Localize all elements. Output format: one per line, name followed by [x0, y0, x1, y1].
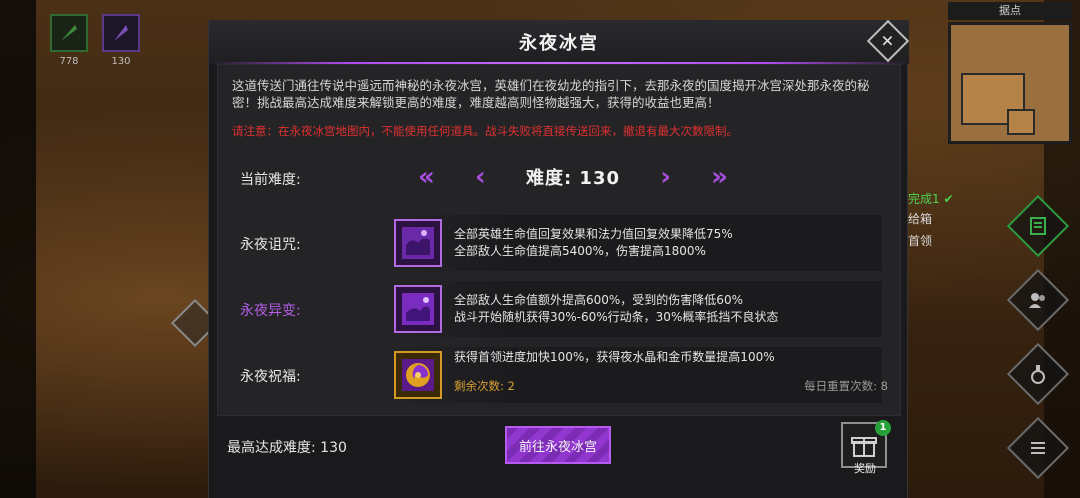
- blessing-effect-line: 获得首领进度加快100%，获得夜水晶和金币数量提高100%: [454, 350, 775, 364]
- enter-dungeon-button[interactable]: 前往永夜冰宫: [505, 426, 611, 464]
- modal-title: 永夜冰宫: [519, 33, 599, 54]
- curse-effects: 全部英雄生命值回复效果和法力值回复效果降低75% 全部敌人生命值提高5400%，…: [454, 226, 733, 260]
- blessing-row: 永夜祝福: 获得首领进度加快100%，获得夜水晶和金币数量提高100% 剩余次数…: [218, 347, 902, 403]
- blessing-label: 永夜祝福:: [240, 369, 301, 385]
- close-icon: ✕: [881, 31, 895, 51]
- difficulty-next-icon[interactable]: ›: [660, 162, 671, 192]
- quest-line-2: 首领: [908, 234, 933, 248]
- reward-label: 奖励: [854, 462, 876, 475]
- quest-complete-text: 完成1 ✔: [908, 192, 954, 206]
- difficulty-row: 当前难度: « ‹ 难度: 130 › »: [218, 153, 902, 203]
- difficulty-selector: « ‹ 难度: 130 › »: [418, 162, 728, 192]
- best-difficulty-text: 最高达成难度: 130: [227, 440, 347, 456]
- gift-icon: [851, 437, 877, 457]
- skill-count-green: 778: [59, 56, 79, 67]
- difficulty-value: 难度: 130: [525, 168, 620, 189]
- skill-slot-purple[interactable]: [102, 14, 140, 52]
- mutation-effect-line-1: 全部敌人生命值额外提高600%，受到的伤害降低60%: [454, 293, 743, 307]
- warning-text: 请注意：在永夜冰宫地图内，不能使用任何道具。战斗失败将直接传送回来，撤退有最大次…: [232, 124, 738, 138]
- list-icon: [1031, 442, 1045, 454]
- mutation-icon[interactable]: [394, 285, 442, 333]
- minimap-room: [1007, 109, 1035, 135]
- curse-effect-line-1: 全部英雄生命值回复效果和法力值回复效果降低75%: [454, 227, 733, 241]
- blessing-icon[interactable]: [394, 351, 442, 399]
- remaining-count: 剩余次数: 2: [454, 379, 515, 393]
- skill-count-purple: 130: [111, 56, 131, 67]
- mutation-row: 永夜异变: 全部敌人生命值额外提高600%，受到的伤害降低60% 战斗开始随机获…: [218, 281, 902, 337]
- skill-slot-green[interactable]: [50, 14, 88, 52]
- difficulty-first-icon[interactable]: «: [418, 162, 435, 192]
- curse-label: 永夜诅咒:: [240, 237, 301, 253]
- description-text: 这道传送门通往传说中遥远而神秘的永夜冰宫，英雄们在夜幼龙的指引下，去那永夜的国度…: [232, 78, 870, 110]
- scroll-icon: [1030, 217, 1046, 235]
- content-panel: 这道传送门通往传说中遥远而神秘的永夜冰宫，英雄们在夜幼龙的指引下，去那永夜的国度…: [217, 64, 901, 416]
- minimap-title: 据点: [948, 2, 1072, 20]
- claw-icon: [114, 25, 128, 41]
- modal-header: 永夜冰宫: [209, 20, 909, 64]
- curse-row: 永夜诅咒: 全部英雄生命值回复效果和法力值回复效果降低75% 全部敌人生命值提高…: [218, 215, 902, 271]
- mutation-effects: 全部敌人生命值额外提高600%，受到的伤害降低60% 战斗开始随机获得30%-6…: [454, 292, 778, 326]
- left-edge-shadow: [0, 0, 36, 498]
- feather-icon: [61, 25, 77, 41]
- curse-effect-line-2: 全部敌人生命值提高5400%，伤害提高1800%: [454, 244, 706, 258]
- potion-icon: [1031, 365, 1045, 384]
- quest-line-1: 给箱: [908, 212, 933, 226]
- mutation-effect-line-2: 战斗开始随机获得30%-60%行动条，30%概率抵挡不良状态: [454, 310, 779, 324]
- dungeon-modal: 永夜冰宫 ✕ 这道传送门通往传说中遥远而神秘的永夜冰宫，英雄们在夜幼龙的指引下，…: [208, 19, 910, 498]
- difficulty-last-icon[interactable]: »: [711, 162, 728, 192]
- difficulty-label: 当前难度:: [240, 172, 301, 188]
- difficulty-prev-icon[interactable]: ‹: [475, 162, 486, 192]
- reward-badge: 1: [875, 420, 891, 436]
- team-icon: [1029, 293, 1045, 308]
- mutation-label: 永夜异变:: [240, 303, 301, 319]
- curse-icon[interactable]: [394, 219, 442, 267]
- daily-reset-count: 每日重置次数: 8: [804, 379, 888, 393]
- minimap[interactable]: [948, 22, 1072, 144]
